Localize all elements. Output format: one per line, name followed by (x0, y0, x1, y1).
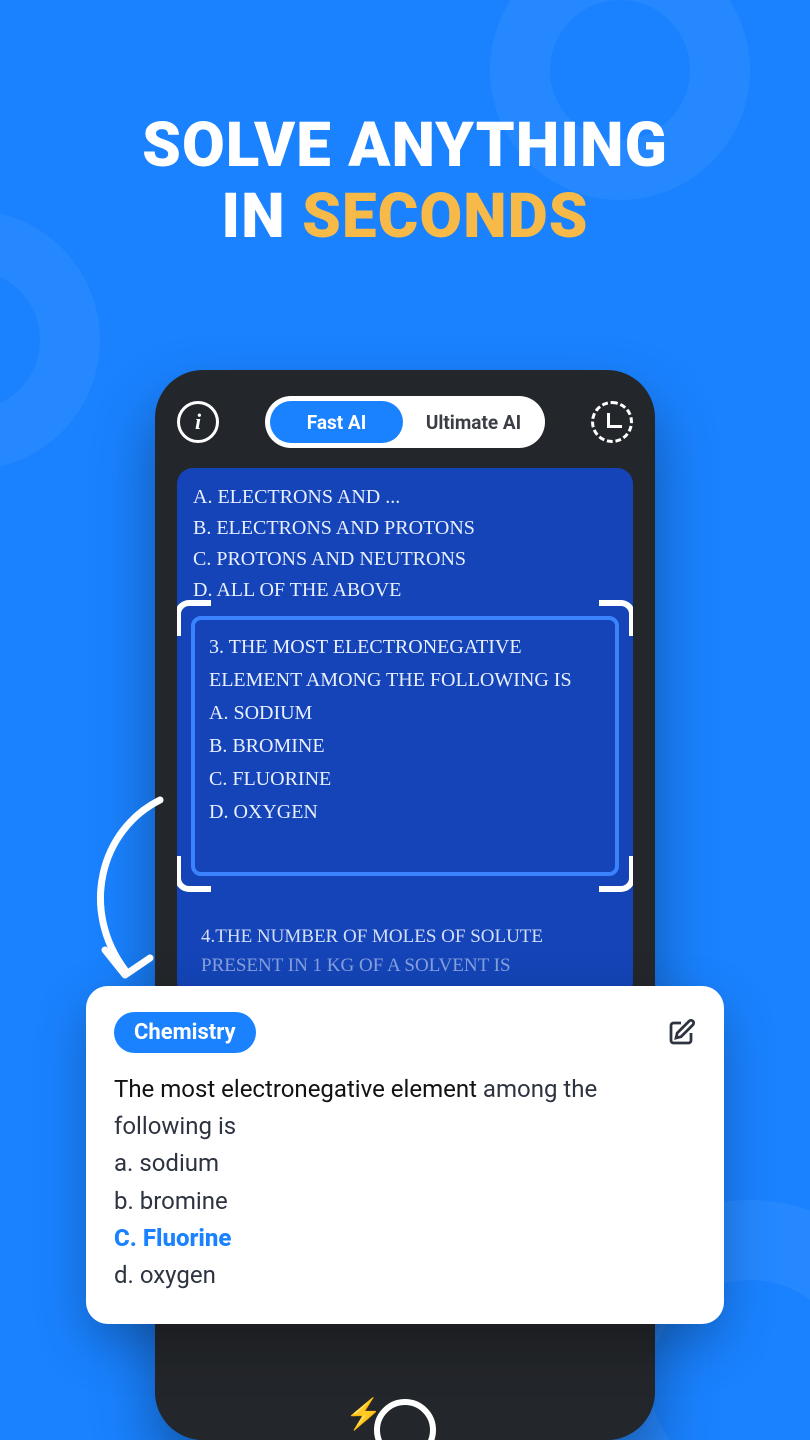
segment-fast-ai[interactable]: Fast AI (270, 401, 403, 443)
camera-bottom-bar: ⚡ (155, 1380, 655, 1440)
viewfinder-below-text: 4.THE NUMBER OF MOLES OF SOLUTE PRESENT … (201, 923, 617, 980)
shutter-button[interactable] (374, 1399, 436, 1440)
option-a: a. sodium (114, 1145, 696, 1182)
ai-mode-segmented[interactable]: Fast AI Ultimate AI (265, 396, 545, 448)
arrow-icon (70, 790, 190, 990)
question-lead: The most electronegative element (114, 1075, 483, 1103)
headline-line1: SOLVE ANYTHING (0, 110, 810, 181)
answer-card: Chemistry The most electronegative eleme… (86, 986, 724, 1324)
option-b: b. bromine (114, 1183, 696, 1220)
headline-accent: SECONDS (302, 180, 588, 253)
edit-icon[interactable] (666, 1018, 696, 1048)
subject-pill[interactable]: Chemistry (114, 1012, 256, 1053)
segment-ultimate-ai[interactable]: Ultimate AI (407, 401, 540, 443)
info-icon[interactable]: i (177, 401, 219, 443)
headline-line2: IN SECONDS (0, 181, 810, 252)
camera-viewfinder[interactable]: A. ELECTRONS AND ... B. ELECTRONS AND PR… (177, 468, 633, 998)
option-c-answer: C. Fluorine (114, 1220, 696, 1257)
crop-frame[interactable]: 3. THE MOST ELECTRONEGATIVE ELEMENT AMON… (191, 616, 619, 876)
history-icon[interactable] (591, 401, 633, 443)
answer-body: The most electronegative element among t… (114, 1071, 696, 1294)
option-d: d. oxygen (114, 1257, 696, 1294)
marketing-headline: SOLVE ANYTHING IN SECONDS (0, 110, 810, 253)
